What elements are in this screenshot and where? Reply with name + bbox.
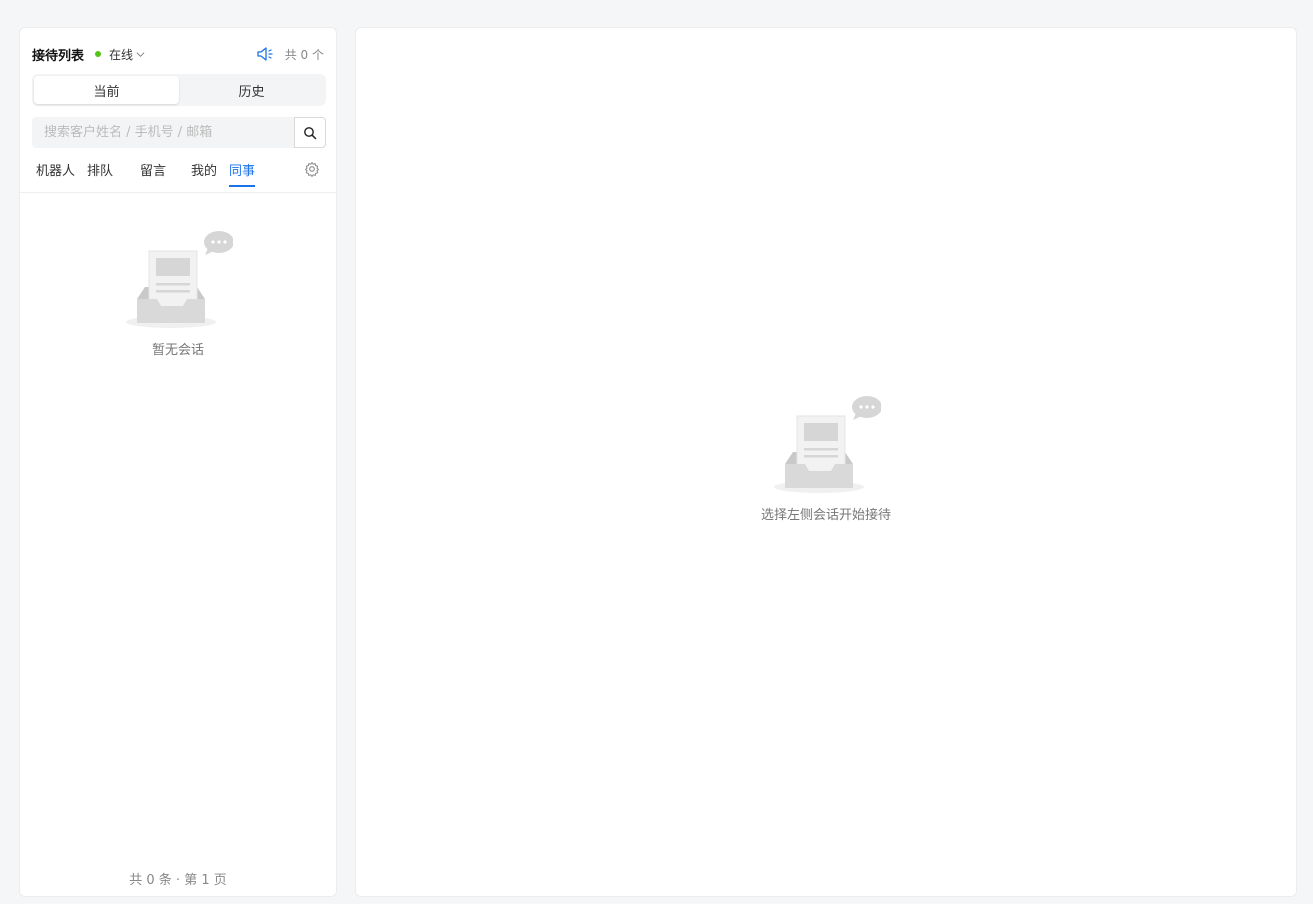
conversation-panel: 选择左侧会话开始接待 xyxy=(355,27,1297,897)
app: 接待列表 在线 共 0 个 当前 历史 搜索客户姓名 / 手机号 / 邮箱 机器… xyxy=(0,0,1313,904)
tab-messages[interactable]: 留言 xyxy=(140,160,166,185)
panel-header: 接待列表 在线 共 0 个 xyxy=(32,44,324,64)
empty-text: 暂无会话 xyxy=(151,343,204,358)
search-icon xyxy=(304,126,317,139)
status-dropdown[interactable]: 在线 xyxy=(109,46,145,63)
gear-icon[interactable] xyxy=(304,161,320,177)
speaker-icon[interactable] xyxy=(256,46,274,62)
segment-history[interactable]: 历史 xyxy=(179,76,324,104)
empty-inbox-icon xyxy=(126,231,233,328)
tab-queue[interactable]: 排队 xyxy=(87,160,113,185)
reception-list-panel: 接待列表 在线 共 0 个 当前 历史 搜索客户姓名 / 手机号 / 邮箱 机器… xyxy=(19,27,337,897)
status-text: 在线 xyxy=(109,47,134,62)
empty-state: 暂无会话 xyxy=(20,231,336,358)
segment-switch: 当前 历史 xyxy=(32,74,326,106)
pagination-footer: 共 0 条 · 第 1 页 xyxy=(129,873,227,888)
segment-current[interactable]: 当前 xyxy=(34,76,179,104)
tab-colleagues[interactable]: 同事 xyxy=(229,160,256,187)
search-bar xyxy=(32,117,326,148)
tab-mine[interactable]: 我的 xyxy=(191,160,217,185)
chevron-down-icon xyxy=(136,51,145,57)
filter-tabs: 机器人 排队 留言 我的 同事 xyxy=(20,157,336,193)
online-status-dot xyxy=(95,51,102,57)
empty-inbox-icon xyxy=(774,396,881,493)
search-input[interactable] xyxy=(32,117,294,148)
search-button[interactable] xyxy=(294,117,326,148)
panel-title: 接待列表 xyxy=(32,48,85,64)
empty-state: 选择左侧会话开始接待 xyxy=(356,396,1296,523)
tab-robot[interactable]: 机器人 xyxy=(36,160,75,185)
session-count: 共 0 个 xyxy=(284,47,324,62)
empty-text: 选择左侧会话开始接待 xyxy=(760,508,891,523)
